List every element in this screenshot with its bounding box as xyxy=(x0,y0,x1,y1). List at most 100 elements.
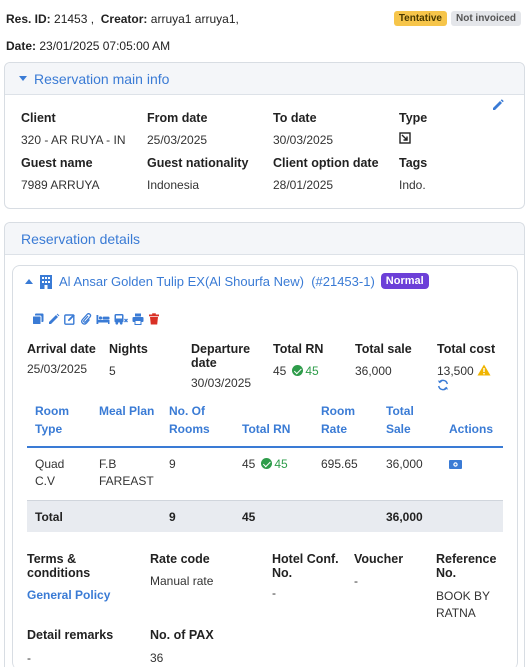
voucher-value: - xyxy=(354,574,358,588)
cell-total-rn: 45 45 xyxy=(242,456,288,473)
terms-field: Terms & conditions General Policy xyxy=(27,552,137,602)
header-line-1: Res. ID: 21453 , Creator: arruya1 arruya… xyxy=(6,10,521,28)
normal-badge: Normal xyxy=(380,273,429,289)
client-option-date-field: Client option date 28/01/2025 xyxy=(273,156,398,192)
res-id-label: Res. ID: xyxy=(6,12,51,26)
date-value: 23/01/2025 07:05:00 AM xyxy=(39,39,171,53)
date-label: Date: xyxy=(6,39,37,53)
creator-value: arruya1 arruya1, xyxy=(150,12,239,26)
type-icon xyxy=(399,132,411,144)
general-policy-link[interactable]: General Policy xyxy=(27,588,137,602)
print-icon[interactable] xyxy=(132,313,144,325)
hotel-conf-value: - xyxy=(272,586,276,600)
check-circle-icon xyxy=(292,365,304,376)
col-no-of-rooms: No. Of Rooms xyxy=(169,404,210,436)
col-actions: Actions xyxy=(449,422,494,436)
pax-field: No. of PAX 36 xyxy=(150,628,260,665)
nights-value: 5 xyxy=(109,364,116,378)
cell-total-rn-confirmed: 45 xyxy=(274,457,288,471)
total-label: Total xyxy=(35,510,63,524)
header-line-2: Date: 23/01/2025 07:05:00 AM xyxy=(6,39,521,53)
main-info-toggle[interactable]: Reservation main info xyxy=(5,63,524,95)
reference-value: BOOK BY RATNA xyxy=(436,589,490,620)
hotel-conf-label: Hotel Conf. No. xyxy=(272,552,339,580)
client-label: Client xyxy=(21,111,56,125)
col-room-rate: Room Rate xyxy=(321,404,355,436)
hotel-card: Al Ansar Golden Tulip EX(Al Shourfa New)… xyxy=(12,265,518,667)
from-date-value: 25/03/2025 xyxy=(147,133,208,147)
attach-icon[interactable] xyxy=(80,313,92,325)
details-toggle[interactable]: Reservation details xyxy=(5,223,524,255)
col-total-sale: Total Sale xyxy=(386,404,414,436)
voucher-field: Voucher - xyxy=(354,552,429,588)
col-meal-plan: Meal Plan xyxy=(99,404,155,418)
client-field: Client 320 - AR RUYA - IN xyxy=(21,111,146,147)
caret-down-icon xyxy=(19,76,27,81)
guest-name-value: 7989 ARRUYA xyxy=(21,178,100,192)
delete-icon[interactable] xyxy=(148,313,160,325)
summary-total-cost-value: 13,500 xyxy=(437,364,507,378)
cell-total-rn-number: 45 xyxy=(242,457,256,471)
departure-date-field: Departure date 30/03/2025 xyxy=(191,342,269,390)
from-date-label: From date xyxy=(147,111,208,125)
remarks-field: Detail remarks - xyxy=(27,628,137,665)
cell-room-type: Quad C.V xyxy=(35,457,65,488)
departure-date-label: Departure date xyxy=(191,342,251,370)
rate-code-label: Rate code xyxy=(150,552,210,566)
details-title: Reservation details xyxy=(21,230,141,247)
to-date-value: 30/03/2025 xyxy=(273,133,334,147)
hotel-name: Al Ansar Golden Tulip EX(Al Shourfa New) xyxy=(59,273,304,289)
guest-name-field: Guest name 7989 ARRUYA xyxy=(21,156,146,192)
total-rooms: 9 xyxy=(169,510,176,524)
pax-value: 36 xyxy=(150,651,164,665)
pax-label: No. of PAX xyxy=(150,628,214,642)
status-badge: Tentative xyxy=(393,11,447,26)
to-date-field: To date 30/03/2025 xyxy=(273,111,398,147)
edit-pencil-icon[interactable] xyxy=(492,99,504,111)
total-sale: 36,000 xyxy=(386,510,423,524)
summary-total-cost-field: Total cost 13,500 xyxy=(437,342,507,391)
tags-field: Tags Indo. xyxy=(399,156,524,192)
caret-up-icon xyxy=(25,278,33,284)
col-room-type: Room Type xyxy=(35,404,69,436)
tags-value: Indo. xyxy=(399,178,426,192)
remarks-label: Detail remarks xyxy=(27,628,114,642)
cell-rooms: 9 xyxy=(169,457,176,471)
creator-label: Creator: xyxy=(100,12,148,26)
to-date-label: To date xyxy=(273,111,317,125)
rate-details-icon[interactable] xyxy=(449,460,462,469)
guest-nationality-field: Guest nationality Indonesia xyxy=(147,156,272,192)
summary-total-rn-value: 45 45 xyxy=(273,364,353,378)
table-header-divider xyxy=(27,446,503,448)
summary-total-cost-label: Total cost xyxy=(437,342,496,356)
client-option-date-value: 28/01/2025 xyxy=(273,178,334,192)
summary-total-rn-label: Total RN xyxy=(273,342,324,356)
voucher-label: Voucher xyxy=(354,552,404,566)
invoice-badge: Not invoiced xyxy=(450,11,521,26)
warning-icon[interactable] xyxy=(477,364,491,376)
copy-icon[interactable] xyxy=(32,313,44,325)
table-total-row: Total 9 45 36,000 xyxy=(27,500,503,532)
summary-total-sale-field: Total sale 36,000 xyxy=(355,342,435,378)
pencil-icon[interactable] xyxy=(48,313,60,325)
cell-total-sale: 36,000 xyxy=(386,457,423,471)
bed-icon[interactable] xyxy=(96,313,110,325)
col-total-rn: Total RN xyxy=(242,422,291,436)
main-info-title: Reservation main info xyxy=(34,70,170,87)
hotel-toolbar xyxy=(32,313,160,325)
refresh-icon[interactable] xyxy=(437,379,449,391)
total-rn: 45 xyxy=(242,510,256,524)
type-label: Type xyxy=(399,111,428,125)
reservation-header: Res. ID: 21453 , Creator: arruya1 arruya… xyxy=(6,10,521,53)
guest-nationality-label: Guest nationality xyxy=(147,156,249,170)
rate-code-field: Rate code Manual rate xyxy=(150,552,260,588)
arrival-date-field: Arrival date 25/03/2025 xyxy=(27,342,105,376)
hotel-building-icon xyxy=(40,274,52,289)
guest-nationality-value: Indonesia xyxy=(147,178,200,192)
bus-icon[interactable] xyxy=(114,313,128,325)
hotel-code: (#21453-1) xyxy=(311,273,375,289)
hotel-title[interactable]: Al Ansar Golden Tulip EX(Al Shourfa New)… xyxy=(25,272,429,290)
hotel-conf-field: Hotel Conf. No. - xyxy=(272,552,347,600)
summary-total-rn-confirmed: 45 xyxy=(305,364,319,378)
edit-square-icon[interactable] xyxy=(64,313,76,325)
